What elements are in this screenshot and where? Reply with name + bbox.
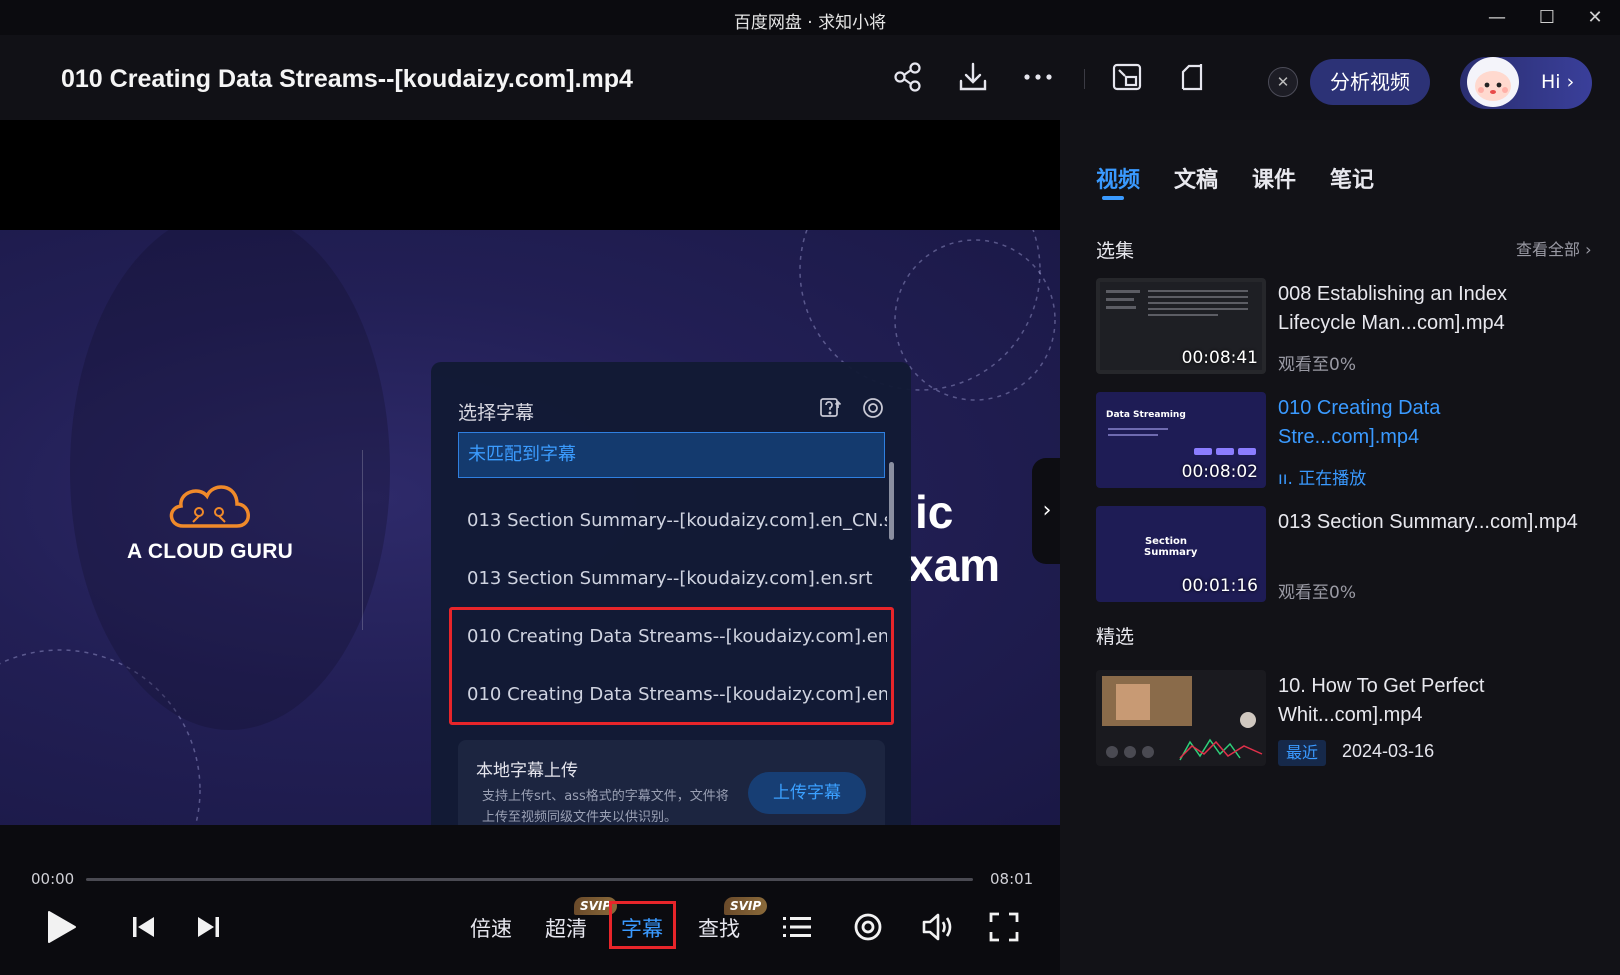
- now-playing-label: ıı. 正在播放: [1278, 469, 1367, 489]
- volume-icon[interactable]: [918, 907, 958, 947]
- featured-item[interactable]: 10. How To Get Perfect Whit...com].mp4 最…: [1096, 670, 1596, 766]
- control-bar: 00:00 08:01 倍速 SVIP 超清 字幕 SVIP 查找: [0, 825, 1060, 975]
- slide-text-line2: xam: [908, 539, 1001, 591]
- analyze-video-button[interactable]: 分析视频: [1310, 59, 1430, 105]
- episode-duration: 00:08:02: [1181, 462, 1258, 482]
- assistant-avatar-icon[interactable]: [1462, 49, 1524, 111]
- play-icon[interactable]: [41, 907, 81, 947]
- total-time: 08:01: [990, 870, 1034, 888]
- thumbnail-caption: Data Streaming: [1106, 410, 1186, 420]
- thumbnail-caption: Section Summary: [1144, 536, 1198, 558]
- tab-transcript[interactable]: 文稿: [1174, 162, 1218, 194]
- next-icon[interactable]: [188, 907, 228, 947]
- share-icon[interactable]: [891, 60, 925, 94]
- current-time: 00:00: [31, 870, 75, 888]
- tab-video[interactable]: 视频: [1096, 162, 1140, 194]
- subtitle-panel-title: 选择字幕: [458, 402, 535, 424]
- episode-title: 010 Creating Data Stre...com].mp4: [1278, 397, 1441, 448]
- recent-tag: 最近: [1278, 740, 1327, 766]
- subtitle-option[interactable]: 013 Section Summary--[koudaizy.com].en.s…: [467, 568, 887, 589]
- episodes-title: 选集: [1096, 240, 1135, 262]
- close-ai-button[interactable]: ✕: [1268, 67, 1298, 97]
- sidebar: 视频 文稿 课件 笔记 选集 查看全部 › 00:08:41 008 Estab…: [1060, 120, 1620, 975]
- cloud-logo-icon: [165, 476, 255, 536]
- episode-thumbnail: Section Summary 00:01:16: [1096, 506, 1266, 602]
- close-window-button[interactable]: ✕: [1578, 6, 1612, 30]
- file-title: 010 Creating Data Streams--[koudaizy.com…: [61, 65, 633, 93]
- upload-title: 本地字幕上传: [476, 761, 578, 781]
- settings-icon[interactable]: [848, 907, 888, 947]
- more-icon[interactable]: [1021, 60, 1055, 94]
- episode-item[interactable]: Data Streaming 00:08:02 010 Creating Dat…: [1096, 392, 1596, 489]
- header-divider: [1084, 69, 1085, 89]
- fullscreen-icon[interactable]: [984, 907, 1024, 947]
- search-button[interactable]: 查找: [698, 913, 740, 943]
- playlist-icon[interactable]: [777, 907, 817, 947]
- subtitle-option-none[interactable]: 未匹配到字幕: [458, 432, 885, 478]
- subtitle-list-scrollbar[interactable]: [889, 462, 894, 540]
- tab-courseware[interactable]: 课件: [1252, 162, 1296, 194]
- episode-progress: 观看至0%: [1278, 355, 1356, 375]
- subtitle-panel: 选择字幕 未匹配到字幕 013 Section Summary--[koudai…: [431, 362, 911, 869]
- tab-notes[interactable]: 笔记: [1330, 162, 1374, 194]
- brand-text: A CLOUD GURU: [127, 540, 294, 563]
- brand-divider: [362, 450, 363, 630]
- featured-date: 2024-03-16: [1342, 741, 1435, 761]
- window-title: 百度网盘 · 求知小将: [733, 13, 887, 33]
- featured-thumbnail: [1096, 670, 1266, 766]
- quality-button[interactable]: 超清: [545, 913, 587, 943]
- minimize-button[interactable]: —: [1480, 6, 1514, 30]
- window-titlebar: 百度网盘 · 求知小将 — ☐ ✕: [0, 0, 1620, 35]
- subtitle-help-icon[interactable]: [819, 396, 843, 420]
- upload-description: 支持上传srt、ass格式的字幕文件，文件将上传至视频同级文件夹以供识别。: [482, 789, 729, 825]
- see-all-link[interactable]: 查看全部 ›: [1516, 236, 1592, 260]
- speed-button[interactable]: 倍速: [470, 913, 512, 943]
- highlight-box: [449, 607, 894, 725]
- download-icon[interactable]: [956, 60, 990, 94]
- assistant-hi-label[interactable]: Hi ›: [1541, 71, 1574, 93]
- player-header: 010 Creating Data Streams--[koudaizy.com…: [0, 35, 1620, 120]
- episode-progress: 观看至0%: [1278, 583, 1356, 603]
- featured-title: 精选: [1096, 626, 1135, 648]
- slide-text-line1: ic: [915, 486, 954, 538]
- previous-icon[interactable]: [124, 907, 164, 947]
- episode-thumbnail: 00:08:41: [1096, 278, 1266, 374]
- episode-thumbnail: Data Streaming 00:08:02: [1096, 392, 1266, 488]
- featured-video-title: 10. How To Get Perfect Whit...com].mp4: [1278, 675, 1485, 726]
- episode-duration: 00:08:41: [1181, 348, 1258, 368]
- active-tab-indicator: [1102, 196, 1124, 200]
- subtitle-highlight-box: [609, 901, 676, 949]
- episode-item[interactable]: 00:08:41 008 Establishing an Index Lifec…: [1096, 278, 1596, 375]
- picture-in-picture-icon[interactable]: [1110, 60, 1144, 94]
- subtitle-settings-icon[interactable]: [861, 396, 885, 420]
- video-letterbox: [0, 120, 1060, 230]
- episode-title: 013 Section Summary...com].mp4: [1278, 511, 1578, 533]
- episode-title: 008 Establishing an Index Lifecycle Man.…: [1278, 283, 1508, 334]
- maximize-button[interactable]: ☐: [1530, 6, 1564, 30]
- expand-sidebar-arrow[interactable]: ›: [1032, 458, 1062, 564]
- progress-bar[interactable]: [86, 878, 973, 881]
- upload-subtitle-button[interactable]: 上传字幕: [748, 772, 866, 814]
- subtitle-option[interactable]: 013 Section Summary--[koudaizy.com].en_C…: [467, 510, 887, 531]
- episode-duration: 00:01:16: [1181, 576, 1258, 596]
- window-mode-icon[interactable]: [1175, 60, 1209, 94]
- episode-item[interactable]: Section Summary 00:01:16 013 Section Sum…: [1096, 506, 1596, 603]
